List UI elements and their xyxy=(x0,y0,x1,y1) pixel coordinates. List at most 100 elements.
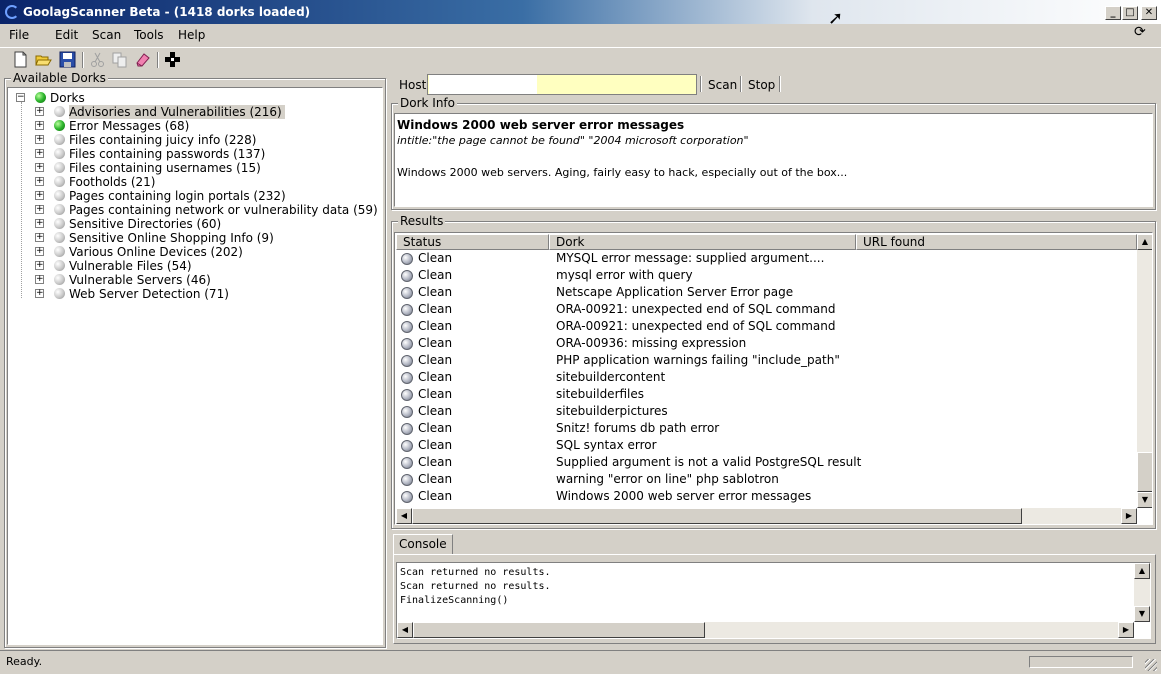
table-row[interactable]: Clean sitebuilderpictures xyxy=(395,403,1137,420)
expand-icon[interactable]: + xyxy=(35,177,44,186)
scroll-up-icon[interactable]: ▲ xyxy=(1134,563,1150,579)
scroll-left-icon[interactable]: ◀ xyxy=(397,622,413,638)
dork-info-text[interactable]: Windows 2000 web server error messages i… xyxy=(394,113,1153,207)
copy-icon[interactable] xyxy=(111,51,128,68)
tree-item[interactable]: + Files containing passwords (137) xyxy=(35,147,380,161)
table-row[interactable]: Clean MYSQL error message: supplied argum… xyxy=(395,250,1137,267)
column-dork[interactable]: Dork xyxy=(549,234,856,250)
table-row[interactable]: Clean SQL syntax error xyxy=(395,437,1137,454)
expand-icon[interactable]: + xyxy=(35,121,44,130)
expand-icon[interactable]: + xyxy=(35,289,44,298)
scroll-up-icon[interactable]: ▲ xyxy=(1137,234,1152,250)
table-row[interactable]: Clean PHP application warnings failing "i… xyxy=(395,352,1137,369)
status-clean-icon xyxy=(401,491,413,503)
stop-button[interactable]: Stop xyxy=(748,78,775,92)
maximize-button[interactable]: □ xyxy=(1122,6,1138,20)
result-dork: MYSQL error message: supplied argument..… xyxy=(556,251,825,265)
expand-icon[interactable]: + xyxy=(35,219,44,228)
tree-item[interactable]: + Sensitive Online Shopping Info (9) xyxy=(35,231,380,245)
table-row[interactable]: Clean ORA-00936: missing expression xyxy=(395,335,1137,352)
tab-console[interactable]: Console xyxy=(393,534,453,555)
menu-scan[interactable]: Scan xyxy=(92,28,121,42)
tree-item[interactable]: + Vulnerable Servers (46) xyxy=(35,273,380,287)
table-row[interactable]: Clean ORA-00921: unexpected end of SQL co… xyxy=(395,301,1137,318)
tree-item[interactable]: + Sensitive Directories (60) xyxy=(35,217,380,231)
expand-icon[interactable]: + xyxy=(35,261,44,270)
toolbar-separator xyxy=(779,76,781,92)
console-line: Scan returned no results. xyxy=(400,581,551,592)
result-status: Clean xyxy=(418,319,453,333)
expand-icon[interactable]: + xyxy=(35,149,44,158)
expand-icon[interactable]: + xyxy=(35,247,44,256)
results-hscroll[interactable]: ◀ ▶ xyxy=(396,508,1137,524)
save-icon[interactable] xyxy=(59,51,76,68)
dork-info-title: Dork Info xyxy=(398,96,457,110)
close-button[interactable]: ✕ xyxy=(1141,6,1157,20)
results-hscroll-thumb[interactable] xyxy=(412,508,1022,524)
expand-icon[interactable]: + xyxy=(35,233,44,242)
dorks-tree[interactable]: − Dorks + Advisories and Vulnerabilities … xyxy=(7,87,383,645)
crosshair-icon[interactable] xyxy=(164,51,181,68)
status-green-icon xyxy=(35,92,46,103)
tree-item[interactable]: + Footholds (21) xyxy=(35,175,380,189)
tree-item[interactable]: + Vulnerable Files (54) xyxy=(35,259,380,273)
tree-item[interactable]: + Web Server Detection (71) xyxy=(35,287,380,301)
tree-item[interactable]: + Pages containing network or vulnerabili… xyxy=(35,203,380,217)
table-row[interactable]: Clean Netscape Application Server Error p… xyxy=(395,284,1137,301)
open-icon[interactable] xyxy=(35,51,52,68)
tree-item[interactable]: + Pages containing login portals (232) xyxy=(35,189,380,203)
tree-item[interactable]: + Files containing usernames (15) xyxy=(35,161,380,175)
tree-root[interactable]: − Dorks xyxy=(16,91,376,105)
status-gray-icon xyxy=(54,106,65,117)
expand-icon[interactable]: + xyxy=(35,107,44,116)
eraser-icon[interactable] xyxy=(134,51,151,68)
app-icon xyxy=(5,5,19,19)
expand-icon[interactable]: + xyxy=(35,205,44,214)
scroll-right-icon[interactable]: ▶ xyxy=(1118,622,1134,638)
new-icon[interactable] xyxy=(12,51,29,68)
dork-name: Windows 2000 web server error messages xyxy=(397,118,685,132)
expand-icon[interactable]: + xyxy=(35,163,44,172)
result-status: Clean xyxy=(418,404,453,418)
status-gray-icon xyxy=(54,232,65,243)
menu-help[interactable]: Help xyxy=(178,28,205,42)
console-vscroll[interactable]: ▲ ▼ xyxy=(1134,563,1150,622)
table-row[interactable]: Clean Snitz! forums db path error xyxy=(395,420,1137,437)
scroll-down-icon[interactable]: ▼ xyxy=(1134,606,1150,622)
tree-item[interactable]: + Advisories and Vulnerabilities (216) xyxy=(35,105,380,119)
cut-icon[interactable] xyxy=(89,51,106,68)
table-row[interactable]: Clean Windows 2000 web server error messa… xyxy=(395,488,1137,505)
table-row[interactable]: Clean mysql error with query xyxy=(395,267,1137,284)
results-vscroll[interactable]: ▲ ▼ xyxy=(1137,234,1152,508)
console-hscroll-thumb[interactable] xyxy=(413,622,705,638)
table-row[interactable]: Clean Supplied argument is not a valid Po… xyxy=(395,454,1137,471)
column-url[interactable]: URL found xyxy=(856,234,1137,250)
menu-tools[interactable]: Tools xyxy=(134,28,164,42)
console-hscroll[interactable]: ◀ ▶ xyxy=(397,622,1134,638)
scroll-left-icon[interactable]: ◀ xyxy=(396,508,412,524)
console-line: FinalizeScanning() xyxy=(400,595,509,606)
refresh-icon[interactable]: ⟳ xyxy=(1134,24,1146,40)
table-row[interactable]: Clean ORA-00921: unexpected end of SQL co… xyxy=(395,318,1137,335)
expand-icon[interactable]: + xyxy=(35,275,44,284)
results-list[interactable]: Status Dork URL found Clean MYSQL error m… xyxy=(394,232,1153,525)
tree-item[interactable]: + Various Online Devices (202) xyxy=(35,245,380,259)
tree-item[interactable]: + Files containing juicy info (228) xyxy=(35,133,380,147)
column-status[interactable]: Status xyxy=(396,234,549,250)
scan-button[interactable]: Scan xyxy=(708,78,737,92)
resize-grip-icon[interactable] xyxy=(1145,659,1157,671)
table-row[interactable]: Clean warning "error on line" php sablotr… xyxy=(395,471,1137,488)
scroll-down-icon[interactable]: ▼ xyxy=(1137,492,1152,508)
menu-edit[interactable]: Edit xyxy=(55,28,78,42)
minimize-button[interactable]: _ xyxy=(1105,6,1121,20)
table-row[interactable]: Clean sitebuildercontent xyxy=(395,369,1137,386)
results-vscroll-thumb[interactable] xyxy=(1137,452,1152,492)
console-output[interactable]: Scan returned no results. Scan returned n… xyxy=(396,562,1151,639)
scroll-right-icon[interactable]: ▶ xyxy=(1121,508,1137,524)
menu-file[interactable]: File xyxy=(9,28,29,42)
tree-item[interactable]: + Error Messages (68) xyxy=(35,119,380,133)
table-row[interactable]: Clean sitebuilderfiles xyxy=(395,386,1137,403)
expand-icon[interactable]: + xyxy=(35,191,44,200)
expand-icon[interactable]: + xyxy=(35,135,44,144)
collapse-icon[interactable]: − xyxy=(16,93,25,102)
